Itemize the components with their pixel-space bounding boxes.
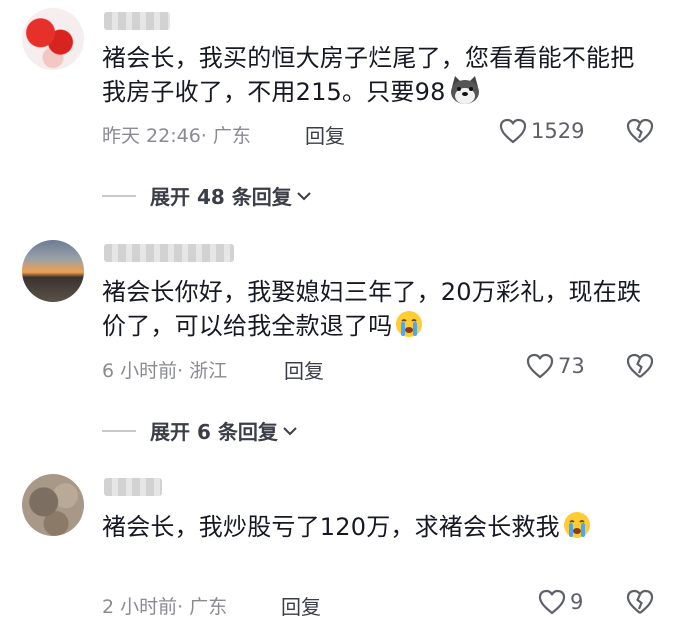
reply-button[interactable]: 回复 <box>305 120 345 149</box>
like-button[interactable]: 73 <box>526 353 585 379</box>
comment-location: · 广东 <box>177 596 228 618</box>
comment-location: · 浙江 <box>177 360 228 382</box>
like-count: 1529 <box>531 119 585 143</box>
comment-text-body: 褚会长你好，我娶媳妇三年了，20万彩礼，现在跌价了，可以给我全款退了吗 <box>102 278 642 340</box>
comment-meta: 6 小时前· 浙江 <box>102 356 227 383</box>
comment-item: 褚会长你好，我娶媳妇三年了，20万彩礼，现在跌价了，可以给我全款退了吗 6 小时… <box>0 230 679 444</box>
comment-meta: 2 小时前· 广东 <box>102 592 227 619</box>
broken-heart-icon <box>626 118 654 143</box>
comment-item: 褚会长，我炒股亏了120万，求褚会长救我 2 小时前· 广东 回复 9 <box>0 466 679 624</box>
comment-text: 褚会长你好，我娶媳妇三年了，20万彩礼，现在跌价了，可以给我全款退了吗 <box>102 276 642 348</box>
comment-text: 褚会长，我买的恒大房子烂尾了，您看看能不能把我房子收了，不用215。只要98 <box>102 42 642 114</box>
expand-replies-button[interactable]: 展开 6 条回复 <box>102 416 298 445</box>
broken-heart-icon <box>626 353 654 378</box>
comment-time: 6 小时前 <box>102 360 178 382</box>
like-button[interactable]: 1529 <box>499 118 584 144</box>
comment-text-body: 褚会长，我炒股亏了120万，求褚会长救我 <box>102 513 560 541</box>
reply-button[interactable]: 回复 <box>284 355 324 384</box>
heart-icon <box>526 353 554 379</box>
like-button[interactable]: 9 <box>538 589 583 615</box>
crying-face-emoji-icon <box>394 309 424 348</box>
comment-location: · 广东 <box>200 125 251 147</box>
dislike-button[interactable] <box>626 353 654 383</box>
reply-button[interactable]: 回复 <box>281 591 321 620</box>
avatar[interactable] <box>22 474 84 536</box>
comment-time: 2 小时前 <box>102 596 178 618</box>
heart-icon <box>538 589 566 615</box>
avatar[interactable] <box>22 240 84 302</box>
expand-replies-label: 展开 6 条回复 <box>150 420 278 444</box>
dislike-button[interactable] <box>626 589 654 619</box>
expand-replies-label: 展开 48 条回复 <box>150 185 292 209</box>
divider-line <box>102 194 136 197</box>
comment-text-body: 褚会长，我买的恒大房子烂尾了，您看看能不能把我房子收了，不用215。只要98 <box>102 44 635 106</box>
dog-doge-emoji-icon <box>448 75 482 114</box>
chevron-down-icon <box>297 191 311 200</box>
broken-heart-icon <box>626 589 654 614</box>
divider-line <box>102 429 136 432</box>
avatar[interactable] <box>22 8 84 70</box>
heart-icon <box>499 118 527 144</box>
like-count: 9 <box>570 590 584 614</box>
like-count: 73 <box>558 354 585 378</box>
comment-text: 褚会长，我炒股亏了120万，求褚会长救我 <box>102 510 642 549</box>
username-blurred[interactable] <box>104 244 234 262</box>
comment-item: 褚会长，我买的恒大房子烂尾了，您看看能不能把我房子收了，不用215。只要98 昨… <box>0 0 679 210</box>
comment-time: 昨天 22:46 <box>102 125 201 147</box>
expand-replies-button[interactable]: 展开 48 条回复 <box>102 181 312 210</box>
crying-face-emoji-icon <box>562 510 592 549</box>
dislike-button[interactable] <box>626 118 654 148</box>
username-blurred[interactable] <box>104 478 162 496</box>
comment-meta: 昨天 22:46· 广东 <box>102 121 251 148</box>
username-blurred[interactable] <box>104 12 170 30</box>
chevron-down-icon <box>283 426 297 435</box>
